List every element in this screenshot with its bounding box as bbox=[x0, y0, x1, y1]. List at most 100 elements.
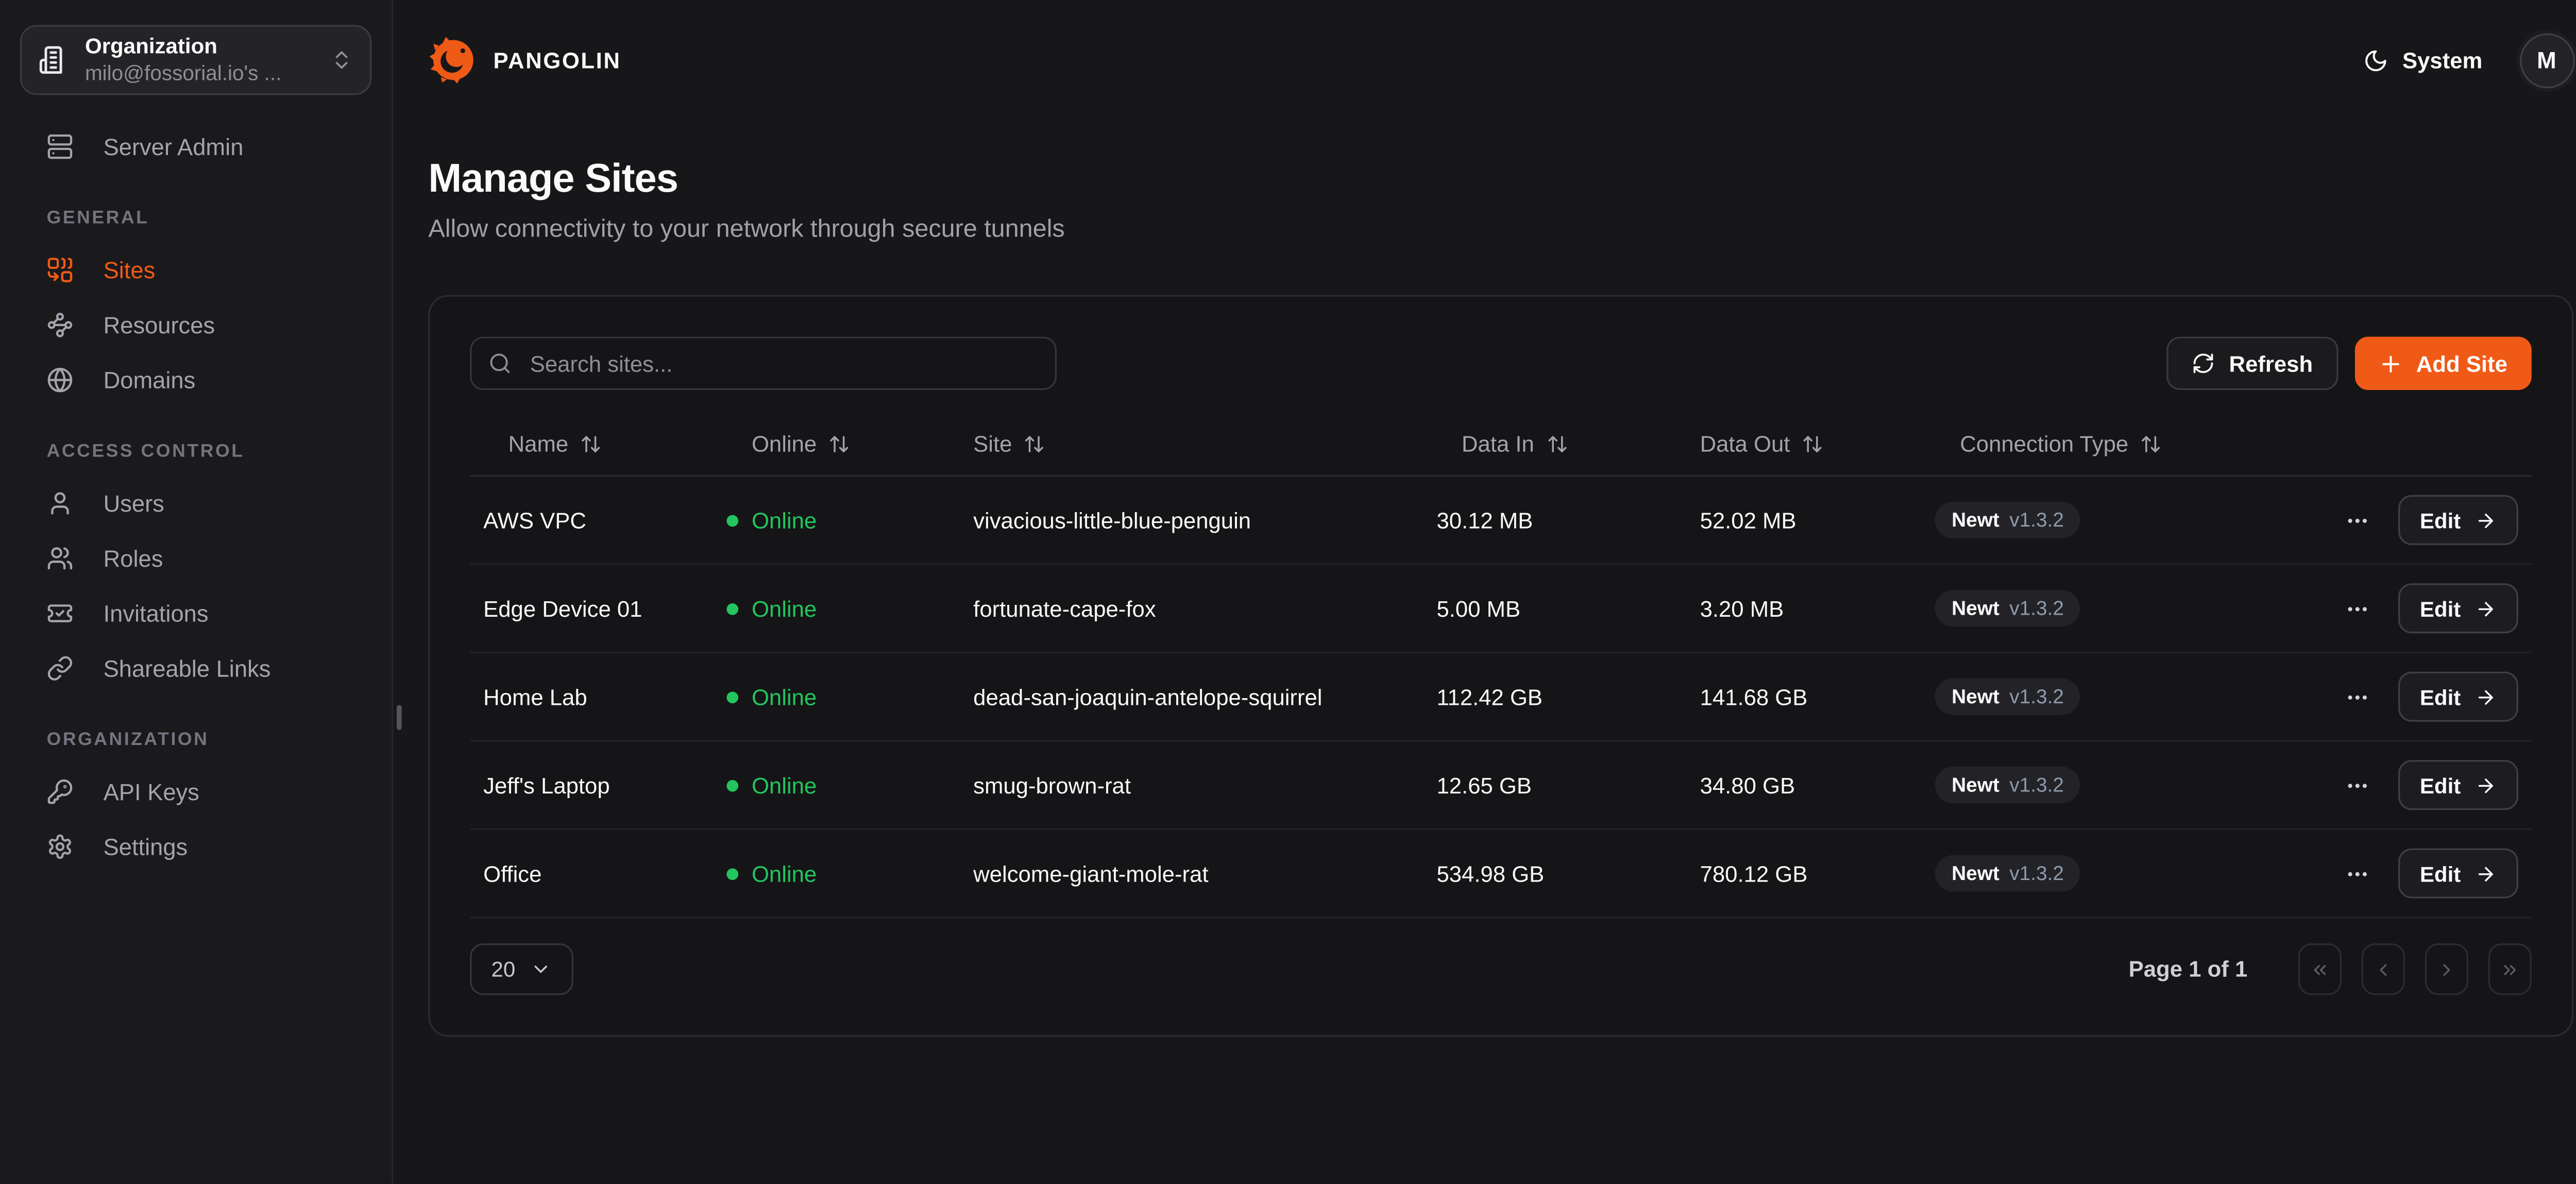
app-window: Organization milo@fossorial.io's ... Ser… bbox=[0, 0, 2576, 1184]
search-input[interactable] bbox=[527, 349, 1038, 378]
sidebar-item-roles[interactable]: Roles bbox=[20, 537, 372, 580]
sort-icon bbox=[1802, 433, 1823, 455]
column-header-site[interactable]: Site bbox=[973, 432, 1436, 457]
org-selector[interactable]: Organization milo@fossorial.io's ... bbox=[20, 25, 372, 95]
row-menu-button[interactable] bbox=[2342, 593, 2373, 624]
cell-data-out: 141.68 GB bbox=[1700, 684, 1935, 709]
column-header-online[interactable]: Online bbox=[726, 432, 973, 457]
refresh-label: Refresh bbox=[2229, 351, 2313, 376]
status-label: Online bbox=[752, 508, 817, 533]
sort-icon bbox=[1024, 433, 1045, 455]
sidebar-item-label: Users bbox=[104, 490, 164, 517]
prev-page-button[interactable] bbox=[2361, 943, 2404, 995]
last-page-button[interactable] bbox=[2487, 943, 2531, 995]
search-box bbox=[470, 336, 1057, 390]
column-label: Name bbox=[509, 432, 569, 457]
page-size-value: 20 bbox=[492, 957, 516, 982]
edit-button[interactable]: Edit bbox=[2398, 760, 2517, 810]
status-label: Online bbox=[752, 684, 817, 709]
column-header-connection-type[interactable]: Connection Type bbox=[1935, 432, 2358, 457]
topbar: PANGOLIN System M bbox=[393, 0, 2576, 120]
sidebar: Organization milo@fossorial.io's ... Ser… bbox=[0, 0, 393, 1184]
cell-name: Jeff's Laptop bbox=[483, 772, 726, 798]
status-label: Online bbox=[752, 861, 817, 886]
sidebar-scrollbar-thumb[interactable] bbox=[397, 705, 402, 730]
conn-version: v1.3.2 bbox=[2009, 509, 2064, 532]
sidebar-item-label: Resources bbox=[104, 312, 215, 339]
chevrons-up-down-icon bbox=[330, 48, 353, 72]
cell-actions: Edit bbox=[2358, 760, 2518, 810]
online-dot-icon bbox=[726, 779, 738, 791]
table-row: Office Online welcome-giant-mole-rat 534… bbox=[470, 830, 2531, 918]
page-subtitle: Allow connectivity to your network throu… bbox=[428, 215, 2574, 243]
cell-actions: Edit bbox=[2358, 849, 2518, 899]
cell-data-in: 30.12 MB bbox=[1436, 508, 1700, 533]
connection-type-badge: Newt v1.3.2 bbox=[1935, 855, 2081, 892]
cell-site: smug-brown-rat bbox=[973, 772, 1436, 798]
first-page-button[interactable] bbox=[2297, 943, 2341, 995]
edit-button[interactable]: Edit bbox=[2398, 583, 2517, 633]
edit-label: Edit bbox=[2420, 508, 2461, 533]
cell-site: welcome-giant-mole-rat bbox=[973, 861, 1436, 886]
add-site-button[interactable]: Add Site bbox=[2354, 336, 2531, 390]
connection-type-badge: Newtv1.3.2 bbox=[1935, 502, 2081, 538]
sidebar-item-label: API Keys bbox=[104, 779, 199, 805]
sidebar-item-invitations[interactable]: Invitations bbox=[20, 591, 372, 635]
row-menu-button[interactable] bbox=[2342, 681, 2373, 712]
conn-name: Newt bbox=[1952, 861, 1999, 885]
sidebar-item-domains[interactable]: Domains bbox=[20, 359, 372, 402]
column-label: Data Out bbox=[1700, 432, 1790, 457]
screen: Organization milo@fossorial.io's ... Ser… bbox=[0, 0, 2576, 1184]
sidebar-item-api-keys[interactable]: API Keys bbox=[20, 770, 372, 814]
cell-name: AWS VPC bbox=[483, 508, 726, 533]
pangolin-logo-icon bbox=[428, 35, 478, 85]
column-header-data-out[interactable]: Data Out bbox=[1700, 432, 1935, 457]
column-label: Data In bbox=[1462, 432, 1534, 457]
edit-button[interactable]: Edit bbox=[2398, 849, 2517, 899]
next-page-button[interactable] bbox=[2424, 943, 2467, 995]
online-dot-icon bbox=[726, 514, 738, 526]
cell-name: Edge Device 01 bbox=[483, 596, 726, 621]
page-info: Page 1 of 1 bbox=[2129, 957, 2248, 982]
brand-logo: PANGOLIN bbox=[428, 35, 621, 85]
theme-toggle-button[interactable]: System bbox=[2364, 47, 2483, 73]
online-dot-icon bbox=[726, 602, 738, 614]
sites-table: Name Online Site Data In bbox=[470, 413, 2531, 918]
conn-version: v1.3.2 bbox=[2009, 861, 2064, 885]
page-size-select[interactable]: 20 bbox=[470, 943, 573, 995]
status-label: Online bbox=[752, 772, 817, 798]
table-header-row: Name Online Site Data In bbox=[470, 413, 2531, 477]
column-label: Online bbox=[752, 432, 817, 457]
cell-status: Online bbox=[726, 684, 973, 709]
cell-data-in: 112.42 GB bbox=[1436, 684, 1700, 709]
cell-name: Home Lab bbox=[483, 684, 726, 709]
sort-icon bbox=[828, 433, 850, 455]
column-header-name[interactable]: Name bbox=[483, 432, 726, 457]
sort-icon bbox=[580, 433, 602, 455]
column-label: Connection Type bbox=[1960, 432, 2128, 457]
sidebar-item-server-admin[interactable]: Server Admin bbox=[20, 125, 372, 168]
row-menu-button[interactable] bbox=[2342, 857, 2373, 889]
brand-name: PANGOLIN bbox=[494, 47, 621, 73]
cell-actions: Edit bbox=[2358, 672, 2518, 722]
arrow-right-icon bbox=[2474, 509, 2496, 531]
sidebar-item-resources[interactable]: Resources bbox=[20, 303, 372, 347]
cell-site: vivacious-little-blue-penguin bbox=[973, 508, 1436, 533]
section-label-access-control: ACCESS CONTROL bbox=[20, 442, 372, 462]
sidebar-item-settings[interactable]: Settings bbox=[20, 825, 372, 868]
key-icon bbox=[47, 779, 74, 805]
avatar[interactable]: M bbox=[2519, 32, 2574, 88]
refresh-button[interactable]: Refresh bbox=[2167, 336, 2338, 390]
sidebar-item-sites[interactable]: Sites bbox=[20, 248, 372, 292]
sidebar-item-shareable-links[interactable]: Shareable Links bbox=[20, 647, 372, 690]
sidebar-item-label: Shareable Links bbox=[104, 655, 271, 682]
edit-button[interactable]: Edit bbox=[2398, 672, 2517, 722]
table-row: Home Lab Online dead-san-joaquin-antelop… bbox=[470, 653, 2531, 741]
org-title: Organization bbox=[85, 33, 313, 59]
row-menu-button[interactable] bbox=[2342, 504, 2373, 536]
row-menu-button[interactable] bbox=[2342, 769, 2373, 801]
column-header-data-in[interactable]: Data In bbox=[1436, 432, 1700, 457]
user-icon bbox=[47, 490, 74, 517]
edit-button[interactable]: Edit bbox=[2398, 495, 2517, 545]
sidebar-item-users[interactable]: Users bbox=[20, 482, 372, 525]
